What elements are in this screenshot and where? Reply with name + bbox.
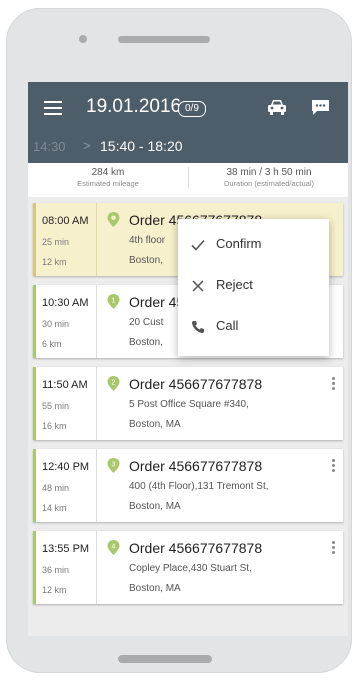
svg-text:4: 4 — [112, 544, 116, 551]
order-time: 11:50 AM — [42, 379, 88, 391]
order-duration: 30 min — [42, 319, 70, 329]
order-time: 08:00 AM — [42, 215, 89, 227]
order-title: Order 456677677878 — [129, 458, 263, 474]
speaker — [118, 36, 210, 43]
close-icon — [192, 280, 204, 292]
order-distance: 12 km — [42, 585, 67, 595]
order-time-column: 10:30 AM 30 min 6 km — [36, 285, 97, 358]
progress-badge: 0/9 — [178, 101, 206, 117]
menu-icon[interactable] — [44, 101, 62, 115]
map-pin-icon: 4 — [107, 540, 120, 555]
svg-text:2: 2 — [112, 380, 116, 387]
more-options-icon[interactable] — [332, 459, 335, 474]
order-time: 12:40 PM — [42, 461, 90, 473]
order-duration: 25 min — [42, 237, 70, 247]
date-title[interactable]: 19.01.2016 — [86, 96, 181, 118]
order-title: Order 456677677878 — [129, 376, 263, 392]
order-card[interactable]: 13:55 PM 36 min 12 km 4 Order 4566776778… — [33, 531, 343, 604]
phone-frame: 19.01.2016 0/9 14:30 > 15:40 - 18:20 284… — [6, 8, 352, 673]
svg-text:3: 3 — [112, 462, 116, 469]
order-time-column: 08:00 AM 25 min 12 km — [36, 203, 97, 276]
duration-value: 38 min / 3 h 50 min — [226, 167, 312, 178]
order-address-line1: 4th floor — [129, 235, 166, 246]
phone-icon — [192, 321, 204, 333]
order-address-line2: Boston, MA — [129, 583, 181, 594]
duration-summary: 38 min / 3 h 50 min Duration (estimated/… — [188, 167, 348, 188]
mileage-value: 284 km — [91, 167, 125, 178]
order-address-line1: 400 (4th Floor),131 Tremont St, — [129, 481, 269, 492]
order-card[interactable]: 11:50 AM 55 min 16 km 2 Order 4566776778… — [33, 367, 343, 440]
map-pin-icon: 2 — [107, 376, 120, 391]
map-pin-icon: 1 — [107, 294, 120, 309]
order-title: Order 456677677878 — [129, 540, 263, 556]
order-address-line1: 20 Cust — [129, 317, 164, 328]
order-distance: 16 km — [42, 421, 67, 431]
chat-icon[interactable] — [311, 99, 330, 116]
confirm-label: Confirm — [216, 236, 262, 251]
screen: 19.01.2016 0/9 14:30 > 15:40 - 18:20 284… — [28, 82, 348, 636]
call-menu-item[interactable]: Call — [178, 307, 329, 347]
call-label: Call — [216, 318, 239, 333]
context-menu: Confirm Reject Call — [178, 219, 329, 356]
map-pin-icon: 3 — [107, 458, 120, 473]
order-time: 13:55 PM — [42, 543, 90, 555]
order-card[interactable]: 12:40 PM 48 min 14 km 3 Order 4566776778… — [33, 449, 343, 522]
order-distance: 6 km — [42, 339, 62, 349]
order-address-line2: Boston, MA — [129, 419, 181, 430]
order-time-column: 11:50 AM 55 min 16 km — [36, 367, 97, 440]
mileage-label: Estimated mileage — [77, 179, 139, 188]
mileage-summary: 284 km Estimated mileage — [28, 167, 188, 188]
order-duration: 55 min — [42, 401, 70, 411]
camera — [79, 35, 87, 43]
home-button[interactable] — [118, 655, 212, 663]
car-icon[interactable] — [267, 98, 287, 116]
order-duration: 48 min — [42, 483, 70, 493]
order-address-line2: Boston, MA — [129, 501, 181, 512]
order-address-line1: Copley Place,430 Stuart St, — [129, 563, 252, 574]
reject-menu-item[interactable]: Reject — [178, 266, 329, 306]
order-address-line2: Boston, — [129, 337, 163, 348]
duration-label: Duration (estimated/actual) — [223, 179, 315, 188]
svg-text:1: 1 — [112, 298, 116, 305]
timeline-current[interactable]: 15:40 - 18:20 — [100, 138, 183, 154]
more-options-icon[interactable] — [332, 541, 335, 556]
order-time-column: 12:40 PM 48 min 14 km — [36, 449, 97, 522]
order-address-line1: 5 Post Office Square #340, — [129, 399, 249, 410]
order-distance: 14 km — [42, 503, 67, 513]
timeline-previous[interactable]: 14:30 — [33, 139, 66, 154]
check-icon — [191, 239, 205, 251]
reject-label: Reject — [216, 277, 253, 292]
map-pin-icon — [107, 212, 120, 227]
order-time-column: 13:55 PM 36 min 12 km — [36, 531, 97, 604]
confirm-menu-item[interactable]: Confirm — [178, 225, 329, 265]
order-address-line2: Boston, — [129, 255, 163, 266]
order-time: 10:30 AM — [42, 297, 89, 309]
order-duration: 36 min — [42, 565, 70, 575]
app-bar: 19.01.2016 0/9 14:30 > 15:40 - 18:20 — [28, 82, 348, 163]
order-distance: 12 km — [42, 257, 67, 267]
route-summary: 284 km Estimated mileage 38 min / 3 h 50… — [28, 163, 348, 198]
chevron-right-icon: > — [83, 138, 91, 153]
more-options-icon[interactable] — [332, 377, 335, 392]
